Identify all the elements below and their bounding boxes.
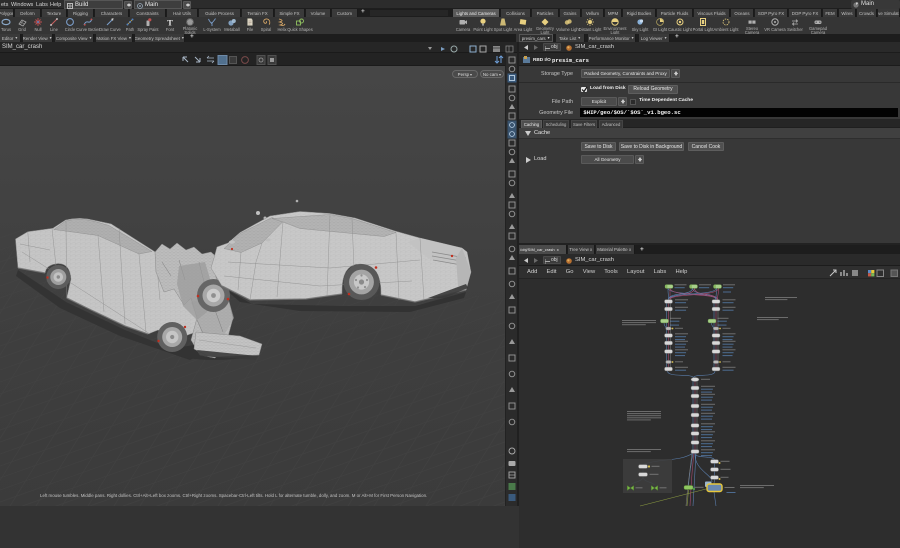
svg-text:T: T xyxy=(167,17,173,27)
